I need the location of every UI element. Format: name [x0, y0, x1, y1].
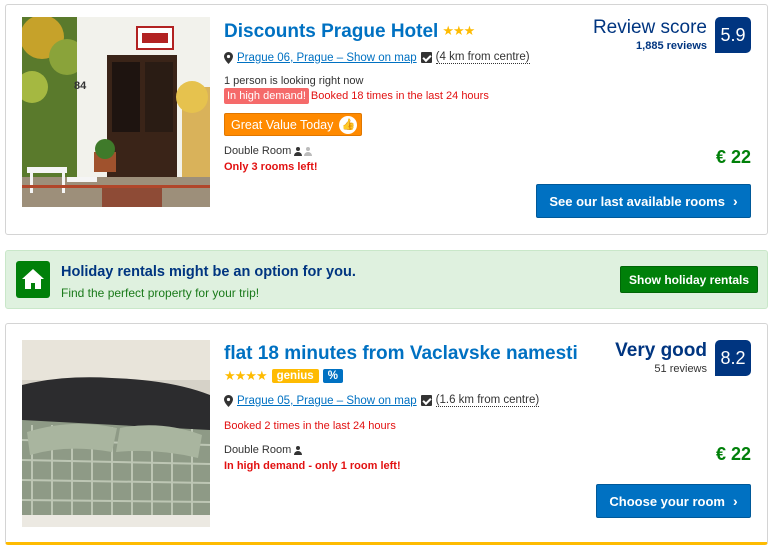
map-marker-icon: [420, 52, 432, 63]
person-outline-icon: [304, 146, 313, 156]
genius-badge: genius: [271, 369, 319, 383]
deal-badge: %: [322, 369, 343, 383]
thumbs-up-icon: 👍: [339, 115, 358, 134]
show-holiday-rentals-button[interactable]: Show holiday rentals: [620, 266, 758, 293]
person-icon: [294, 445, 303, 455]
star-rating: ★★★: [442, 23, 475, 38]
review-score-block[interactable]: Review score 1,885 reviews 5.9: [593, 17, 751, 53]
show-on-map-link[interactable]: Prague 05, Prague – Show on map: [237, 395, 417, 407]
property-photo[interactable]: [22, 340, 210, 527]
demand-line: In high demand! Booked 18 times in the la…: [224, 88, 489, 104]
holiday-rentals-banner: Holiday rentals might be an option for y…: [5, 250, 768, 309]
property-card: flat 18 minutes from Vaclavske namesti ★…: [5, 323, 768, 545]
review-count: 51 reviews: [654, 363, 707, 375]
booked-count-text: Booked 2 times in the last 24 hours: [224, 420, 396, 432]
price: € 22: [715, 147, 751, 167]
map-marker-icon: [420, 395, 432, 406]
great-value-label: Great Value Today: [231, 117, 334, 132]
banner-title: Holiday rentals might be an option for y…: [61, 264, 356, 280]
room-type: Double Room: [224, 145, 292, 157]
chevron-right-icon: ›: [732, 193, 738, 209]
location-pin-icon: [224, 394, 233, 407]
property-title[interactable]: Discounts Prague Hotel ★★★: [224, 21, 475, 43]
booked-count-text: Booked 18 times in the last 24 hours: [310, 90, 489, 102]
review-score-badge: 8.2: [715, 340, 751, 376]
choose-your-room-button[interactable]: Choose your room ›: [596, 484, 751, 518]
distance-from-centre: (1.6 km from centre): [435, 394, 540, 407]
location-line: Prague 06, Prague – Show on map (4 km fr…: [224, 51, 530, 64]
rooms-left-text: In high demand - only 1 room left!: [224, 460, 401, 472]
star-rating: ★★★★: [224, 368, 268, 383]
room-type: Double Room: [224, 444, 292, 456]
looking-now-text: 1 person is looking right now: [224, 75, 364, 87]
room-type-line: Double Room: [224, 444, 303, 456]
room-type-line: Double Room: [224, 145, 313, 157]
person-icon: [294, 146, 303, 156]
high-demand-badge: In high demand!: [224, 88, 309, 104]
property-card: 84 Discounts Prague Hotel ★★★ Prague 06, …: [5, 4, 768, 235]
house-icon: [16, 261, 50, 298]
review-score-label: Review score: [592, 17, 707, 38]
chevron-right-icon: ›: [732, 493, 738, 509]
property-title[interactable]: flat 18 minutes from Vaclavske namesti: [224, 343, 578, 365]
property-photo[interactable]: 84: [22, 17, 210, 207]
distance-from-centre: (4 km from centre): [435, 51, 530, 64]
location-line: Prague 05, Prague – Show on map (1.6 km …: [224, 394, 540, 407]
rooms-left-text: Only 3 rooms left!: [224, 161, 318, 173]
property-name[interactable]: Discounts Prague Hotel: [224, 21, 438, 42]
banner-subtitle: Find the perfect property for your trip!: [61, 286, 260, 300]
review-score-badge: 5.9: [715, 17, 751, 53]
see-available-rooms-button[interactable]: See our last available rooms ›: [536, 184, 751, 218]
cta-label: Choose your room: [609, 493, 725, 509]
badges-row: ★★★★ genius %: [224, 368, 343, 384]
review-score-block[interactable]: Very good 51 reviews 8.2: [615, 340, 751, 376]
hotel-entrance-image: 84: [22, 17, 210, 207]
price: € 22: [715, 444, 751, 464]
location-pin-icon: [224, 51, 233, 64]
cta-label: See our last available rooms: [549, 193, 725, 209]
great-value-badge: Great Value Today 👍: [224, 113, 363, 136]
review-score-label: Very good: [615, 340, 707, 361]
review-count: 1,885 reviews: [636, 40, 707, 52]
show-on-map-link[interactable]: Prague 06, Prague – Show on map: [237, 52, 417, 64]
bedroom-image: [22, 340, 210, 527]
house-number: 84: [74, 80, 87, 92]
